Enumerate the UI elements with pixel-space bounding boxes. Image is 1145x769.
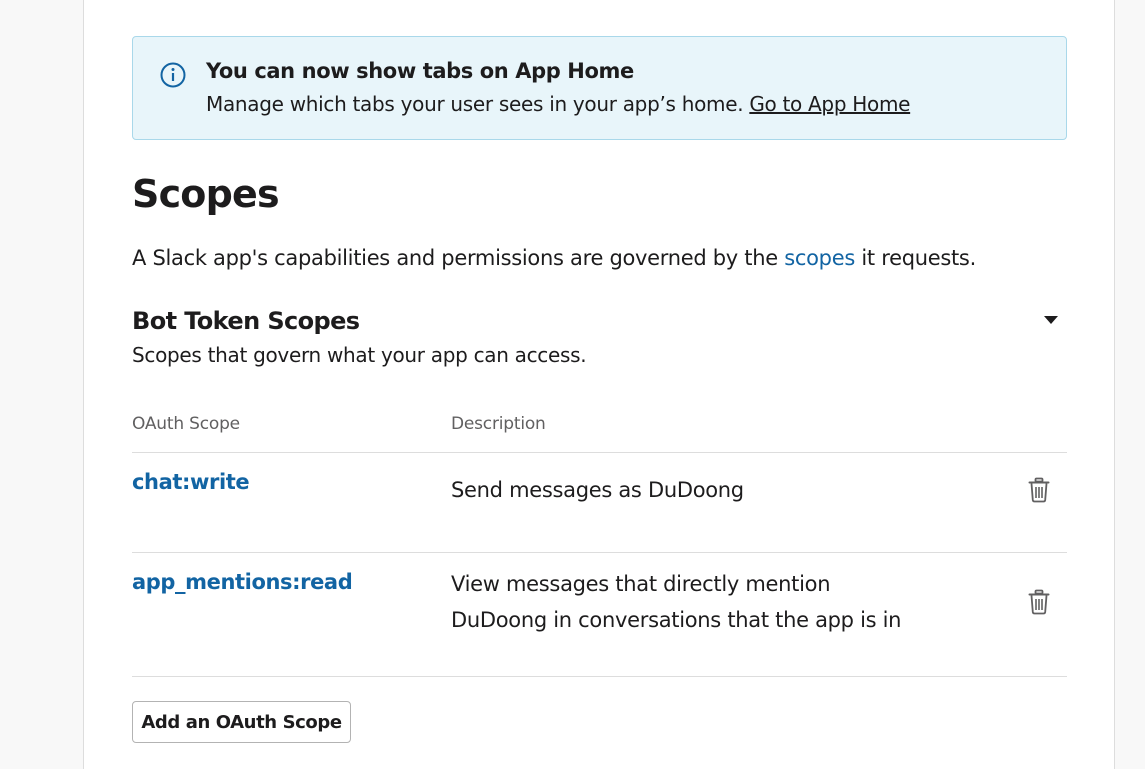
table-divider bbox=[132, 676, 1067, 677]
column-header-oauth-scope: OAuth Scope bbox=[132, 414, 240, 434]
info-icon bbox=[160, 62, 186, 88]
intro-text-before: A Slack app's capabilities and permissio… bbox=[132, 246, 785, 270]
trash-icon[interactable] bbox=[1028, 477, 1050, 503]
page-title: Scopes bbox=[132, 172, 280, 216]
table-divider bbox=[132, 552, 1067, 553]
add-oauth-scope-button[interactable]: Add an OAuth Scope bbox=[132, 701, 351, 743]
go-to-app-home-link[interactable]: Go to App Home bbox=[749, 92, 910, 116]
banner-body-text: Manage which tabs your user sees in your… bbox=[206, 92, 750, 116]
caret-down-icon[interactable] bbox=[1043, 313, 1059, 327]
scope-name-app-mentions-read[interactable]: app_mentions:read bbox=[132, 570, 353, 594]
table-divider bbox=[132, 452, 1067, 453]
intro-text-after: it requests. bbox=[854, 246, 976, 270]
scopes-intro: A Slack app's capabilities and permissio… bbox=[132, 246, 976, 270]
column-header-description: Description bbox=[451, 414, 546, 434]
banner-title: You can now show tabs on App Home bbox=[206, 59, 634, 83]
bot-token-scopes-description: Scopes that govern what your app can acc… bbox=[132, 343, 587, 367]
bot-token-scopes-title: Bot Token Scopes bbox=[132, 307, 360, 335]
scope-description-chat-write: Send messages as DuDoong bbox=[451, 478, 744, 502]
scopes-link[interactable]: scopes bbox=[784, 246, 855, 270]
main-panel: You can now show tabs on App Home Manage… bbox=[83, 0, 1115, 769]
trash-icon[interactable] bbox=[1028, 589, 1050, 615]
banner-body: Manage which tabs your user sees in your… bbox=[206, 92, 910, 116]
app-home-tabs-banner: You can now show tabs on App Home Manage… bbox=[132, 36, 1067, 140]
scope-description-app-mentions-read: View messages that directly mention DuDo… bbox=[451, 572, 902, 632]
scope-name-chat-write[interactable]: chat:write bbox=[132, 470, 250, 494]
scopes-content: You can now show tabs on App Home Manage… bbox=[132, 36, 1068, 743]
